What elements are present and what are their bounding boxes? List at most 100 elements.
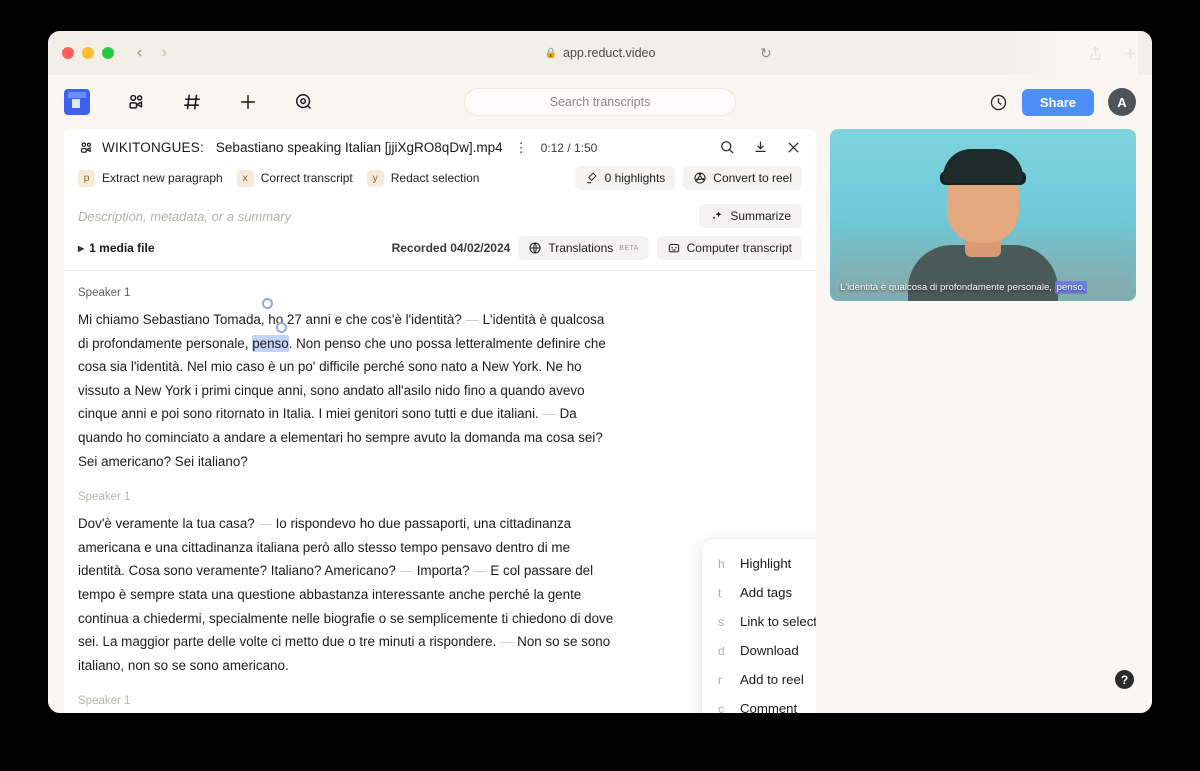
selection-handle-start[interactable] xyxy=(262,298,273,309)
app-nav-icons[interactable] xyxy=(124,90,316,114)
transcript-paragraph-block: Speaker 1 Dov'è veramente la tua casa? —… xyxy=(78,491,616,677)
browser-chrome: ‹ › 🔒 app.reduct.video ↻ xyxy=(48,31,1152,75)
media-file-toggle[interactable]: ▶ 1 media file xyxy=(78,241,155,255)
triangle-right-icon: ▶ xyxy=(78,243,85,253)
url-display[interactable]: 🔒 app.reduct.video xyxy=(545,46,656,60)
shortcut-toolbar: p Extract new paragraph x Correct transc… xyxy=(64,164,816,198)
menu-item-label: Highlight xyxy=(740,556,792,571)
selection-context-menu: h Highlight t Add tags s Link to selecti… xyxy=(702,539,816,713)
shortcut-key: x xyxy=(236,169,254,187)
shortcut-redact-selection[interactable]: y Redact selection xyxy=(366,169,480,187)
shortcut-label: Extract new paragraph xyxy=(102,171,223,185)
transcript-text[interactable]: Speaker 1 Mi chiamo Sebastiano Tomada, h… xyxy=(64,271,632,713)
avatar[interactable]: A xyxy=(1108,88,1136,116)
selected-word[interactable]: penso xyxy=(252,334,289,352)
computer-transcript-button[interactable]: Computer transcript xyxy=(656,236,802,260)
maximize-window-button[interactable] xyxy=(102,47,114,59)
segment-gap: — xyxy=(461,312,483,327)
metadata-row: ▶ 1 media file Recorded 04/02/2024 Trans… xyxy=(64,230,816,271)
app-body: WIKITONGUES: Sebastiano speaking Italian… xyxy=(48,129,1152,713)
window-traffic-lights[interactable] xyxy=(62,47,114,59)
description-input[interactable]: Description, metadata, or a summary xyxy=(78,209,291,224)
video-player[interactable]: L'identità è qualcosa di profondamente p… xyxy=(830,129,1136,301)
menu-item-comment[interactable]: c Comment xyxy=(702,694,816,713)
page-title: Sebastiano speaking Italian [jjiXgRO8qDw… xyxy=(215,140,503,155)
transcript-tools: 0 highlights Convert to reel xyxy=(574,166,802,190)
minimize-window-button[interactable] xyxy=(82,47,94,59)
segment-gap: — xyxy=(254,516,276,532)
description-row: Description, metadata, or a summary Summ… xyxy=(64,198,816,230)
reduct-logo[interactable] xyxy=(64,89,90,115)
search-input[interactable]: Search transcripts xyxy=(464,88,736,116)
back-icon[interactable]: ‹ xyxy=(136,44,143,62)
speaker-label: Speaker 1 xyxy=(78,695,131,708)
reel-icon xyxy=(693,171,707,185)
menu-item-label: Comment xyxy=(740,701,798,713)
translations-button[interactable]: Translations BETA xyxy=(518,236,649,260)
forward-icon[interactable]: › xyxy=(161,44,168,62)
paragraph-2[interactable]: Dov'è veramente la tua casa? — Io rispon… xyxy=(78,512,616,677)
more-options-icon[interactable]: ⋮ xyxy=(511,140,533,156)
metadata-actions: Recorded 04/02/2024 Translations BETA Co… xyxy=(392,236,802,260)
video-panel: L'identità è qualcosa di profondamente p… xyxy=(816,129,1152,713)
navigation-arrows[interactable]: ‹ › xyxy=(136,44,168,62)
download-icon[interactable] xyxy=(752,139,769,156)
shortcut-correct-transcript[interactable]: x Correct transcript xyxy=(236,169,353,187)
clock-icon[interactable] xyxy=(989,93,1008,112)
app-header: Search transcripts Share A xyxy=(48,75,1152,129)
document-actions xyxy=(719,139,802,156)
tab-strip-edge xyxy=(1008,31,1138,75)
convert-to-reel-button[interactable]: Convert to reel xyxy=(683,166,802,190)
document-title-bar: WIKITONGUES: Sebastiano speaking Italian… xyxy=(64,129,816,164)
menu-item-download[interactable]: d Download xyxy=(702,636,816,665)
header-actions: Share A xyxy=(989,88,1136,116)
team-icon[interactable] xyxy=(124,90,148,114)
timecode: 0:12 / 1:50 xyxy=(540,140,598,155)
segment: Mi chiamo Sebastiano Tomada, ho 27 anni … xyxy=(78,312,462,327)
menu-shortcut-key: t xyxy=(718,585,722,600)
close-icon[interactable] xyxy=(785,139,802,156)
media-file-label: 1 media file xyxy=(89,241,155,255)
video-caption: L'identità è qualcosa di profondamente p… xyxy=(830,281,1136,294)
paragraph-1[interactable]: Mi chiamo Sebastiano Tomada, ho 27 anni … xyxy=(78,298,616,473)
translations-label: Translations xyxy=(548,241,614,255)
beta-badge: BETA xyxy=(619,244,639,252)
menu-item-label: Link to selection xyxy=(740,614,816,629)
menu-item-add-tags[interactable]: t Add tags xyxy=(702,578,816,607)
segment-gap: — xyxy=(395,563,417,579)
segment-gap: — xyxy=(469,563,491,579)
highlights-button[interactable]: 0 highlights xyxy=(574,166,676,190)
team-icon xyxy=(78,140,94,156)
reload-icon[interactable]: ↻ xyxy=(760,45,772,62)
address-bar[interactable]: 🔒 app.reduct.video ↻ xyxy=(48,45,1152,62)
segment: Importa? xyxy=(416,563,470,579)
shortcut-extract-paragraph[interactable]: p Extract new paragraph xyxy=(78,169,223,187)
menu-shortcut-key: s xyxy=(718,614,724,629)
sparkle-icon xyxy=(710,209,724,223)
explore-icon[interactable] xyxy=(292,90,316,114)
computer-transcript-label: Computer transcript xyxy=(686,241,792,255)
search-icon[interactable] xyxy=(719,139,736,156)
menu-shortcut-key: d xyxy=(718,643,725,658)
share-button[interactable]: Share xyxy=(1021,88,1094,116)
selection-handle-end[interactable] xyxy=(276,322,287,333)
menu-item-label: Add to reel xyxy=(740,672,804,687)
menu-shortcut-key: c xyxy=(718,701,724,714)
summarize-button[interactable]: Summarize xyxy=(699,204,802,228)
recorded-date: Recorded 04/02/2024 xyxy=(391,241,511,255)
speaker-label: Speaker 1 xyxy=(78,287,131,299)
plus-icon[interactable] xyxy=(236,90,260,114)
shortcut-label: Redact selection xyxy=(390,171,480,185)
menu-item-highlight[interactable]: h Highlight xyxy=(702,549,816,578)
menu-item-label: Download xyxy=(740,643,799,658)
close-window-button[interactable] xyxy=(62,47,74,59)
highlights-label: 0 highlights xyxy=(604,171,666,185)
url-text: app.reduct.video xyxy=(563,46,656,60)
segment-gap: — xyxy=(496,634,518,650)
menu-item-link-to-selection[interactable]: s Link to selection xyxy=(702,607,816,636)
hash-icon[interactable] xyxy=(180,90,204,114)
transcript-paragraph-block: Speaker 1 xyxy=(78,695,616,707)
help-button[interactable]: ? xyxy=(1115,670,1134,689)
menu-item-add-to-reel[interactable]: r Add to reel xyxy=(702,665,816,694)
document-panel: WIKITONGUES: Sebastiano speaking Italian… xyxy=(64,129,816,713)
